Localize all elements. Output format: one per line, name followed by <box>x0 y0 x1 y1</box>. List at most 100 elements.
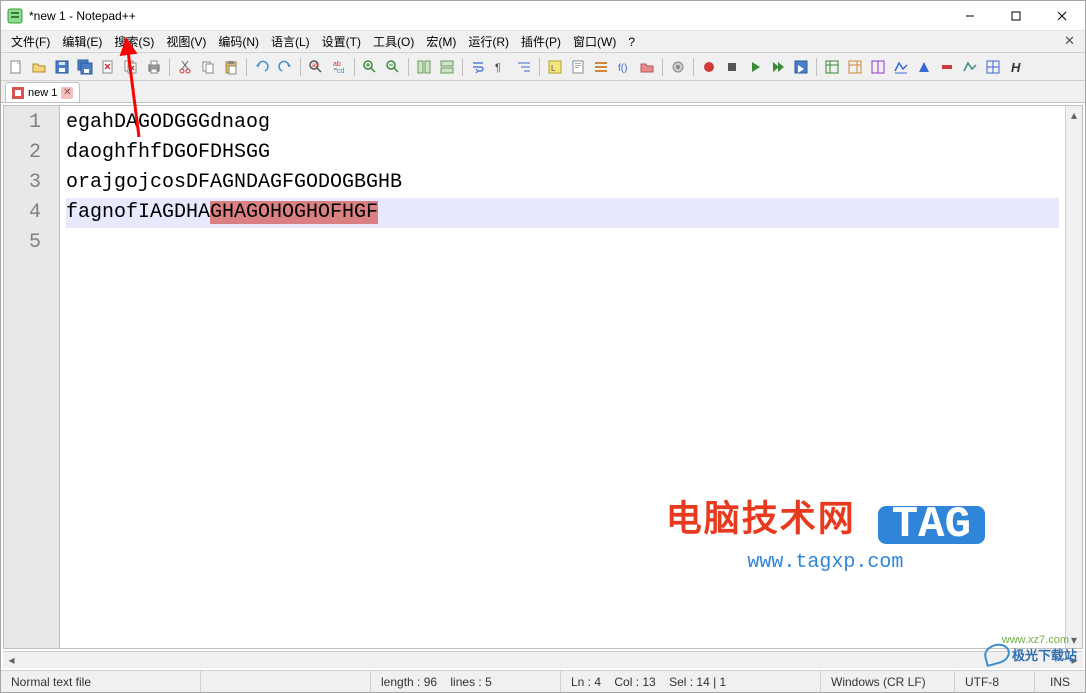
monitor-icon[interactable] <box>667 56 689 78</box>
tab-label: new 1 <box>28 87 57 99</box>
open-file-icon[interactable] <box>28 56 50 78</box>
code-line <box>66 228 1059 258</box>
scroll-left-icon[interactable]: ◂ <box>3 652 20 668</box>
all-chars-icon[interactable]: ¶ <box>490 56 512 78</box>
menu-window[interactable]: 窗口(W) <box>567 31 622 52</box>
t7-icon[interactable] <box>959 56 981 78</box>
code-line-current: fagnofIAGDHAGHAGOHOGHOFHGF <box>66 198 1059 228</box>
doc-map-icon[interactable] <box>567 56 589 78</box>
unsaved-file-icon <box>12 87 24 99</box>
menu-settings[interactable]: 设置(T) <box>316 31 367 52</box>
app-icon <box>7 8 23 24</box>
status-insert-mode[interactable]: INS <box>1035 671 1085 692</box>
toolbar: ab abcd ¶ Lf() H <box>1 53 1085 81</box>
menu-run[interactable]: 运行(R) <box>462 31 515 52</box>
doc-list-icon[interactable] <box>590 56 612 78</box>
save-icon[interactable] <box>51 56 73 78</box>
sync-h-icon[interactable] <box>436 56 458 78</box>
menu-language[interactable]: 语言(L) <box>265 31 316 52</box>
save-all-icon[interactable] <box>74 56 96 78</box>
sync-v-icon[interactable] <box>413 56 435 78</box>
toolbar-separator <box>539 58 540 76</box>
scroll-down-icon[interactable]: ▾ <box>1066 631 1082 648</box>
redo-icon[interactable] <box>274 56 296 78</box>
folder-icon[interactable] <box>636 56 658 78</box>
play-macro-icon[interactable] <box>744 56 766 78</box>
play-multi-icon[interactable] <box>767 56 789 78</box>
t1-icon[interactable] <box>821 56 843 78</box>
maximize-button[interactable] <box>993 1 1039 30</box>
menu-edit[interactable]: 编辑(E) <box>56 31 108 52</box>
bold-h-icon[interactable]: H <box>1005 56 1027 78</box>
svg-text:f(): f() <box>618 63 627 74</box>
indent-guide-icon[interactable] <box>513 56 535 78</box>
replace-icon[interactable]: abcd <box>328 56 350 78</box>
lang-udl-icon[interactable]: L <box>544 56 566 78</box>
t2-icon[interactable] <box>844 56 866 78</box>
stop-macro-icon[interactable] <box>721 56 743 78</box>
horizontal-scrollbar[interactable]: ◂ ▸ <box>3 651 1083 668</box>
menubar-close-doc-icon[interactable]: ✕ <box>1064 33 1075 49</box>
status-encoding[interactable]: UTF-8 <box>955 671 1035 692</box>
undo-icon[interactable] <box>251 56 273 78</box>
menu-view[interactable]: 视图(V) <box>160 31 212 52</box>
status-spacer <box>201 671 371 692</box>
toolbar-separator <box>693 58 694 76</box>
svg-text:¶: ¶ <box>495 62 501 74</box>
line-number: 4 <box>4 198 59 228</box>
close-all-icon[interactable] <box>120 56 142 78</box>
scroll-right-icon[interactable]: ▸ <box>1066 652 1083 668</box>
menu-encoding[interactable]: 编码(N) <box>212 31 265 52</box>
toolbar-separator <box>246 58 247 76</box>
status-length: length : 96 lines : 5 <box>371 671 561 692</box>
status-bar: Normal text file length : 96 lines : 5 L… <box>1 670 1085 692</box>
watermark-tagxp: 电脑技术网 TAG www.tagxp.com <box>666 506 985 578</box>
line-number: 3 <box>4 168 59 198</box>
copy-icon[interactable] <box>197 56 219 78</box>
toolbar-separator <box>169 58 170 76</box>
close-file-icon[interactable] <box>97 56 119 78</box>
status-position: Ln : 4 Col : 13 Sel : 14 | 1 <box>561 671 821 692</box>
menu-macro[interactable]: 宏(M) <box>420 31 462 52</box>
tab-new1[interactable]: new 1 ✕ <box>5 82 80 102</box>
save-macro-icon[interactable] <box>790 56 812 78</box>
toolbar-separator <box>462 58 463 76</box>
record-macro-icon[interactable] <box>698 56 720 78</box>
window-controls <box>947 1 1085 30</box>
svg-text:L: L <box>551 64 556 73</box>
menu-search[interactable]: 搜索(S) <box>108 31 160 52</box>
code-area[interactable]: egahDAGODGGGdnaog daoghfhfDGOFDHSGG oraj… <box>60 106 1065 648</box>
zoom-out-icon[interactable] <box>382 56 404 78</box>
menu-help[interactable]: ? <box>622 33 641 51</box>
t3-icon[interactable] <box>867 56 889 78</box>
new-file-icon[interactable] <box>5 56 27 78</box>
t5-icon[interactable] <box>913 56 935 78</box>
title-bar: *new 1 - Notepad++ <box>1 1 1085 31</box>
status-eol[interactable]: Windows (CR LF) <box>821 671 955 692</box>
word-wrap-icon[interactable] <box>467 56 489 78</box>
scroll-up-icon[interactable]: ▴ <box>1066 106 1082 123</box>
t4-icon[interactable] <box>890 56 912 78</box>
menu-tools[interactable]: 工具(O) <box>367 31 420 52</box>
tab-close-icon[interactable]: ✕ <box>61 87 73 99</box>
cut-icon[interactable] <box>174 56 196 78</box>
close-button[interactable] <box>1039 1 1085 30</box>
svg-text:ab: ab <box>312 63 319 69</box>
t6-icon[interactable] <box>936 56 958 78</box>
print-icon[interactable] <box>143 56 165 78</box>
menu-bar: 文件(F) 编辑(E) 搜索(S) 视图(V) 编码(N) 语言(L) 设置(T… <box>1 31 1085 53</box>
menu-plugins[interactable]: 插件(P) <box>515 31 567 52</box>
svg-text:cd: cd <box>337 68 345 75</box>
vertical-scrollbar[interactable]: ▴ ▾ <box>1065 106 1082 648</box>
app-window: *new 1 - Notepad++ 文件(F) 编辑(E) 搜索(S) 视图(… <box>0 0 1086 693</box>
zoom-in-icon[interactable] <box>359 56 381 78</box>
toolbar-separator <box>300 58 301 76</box>
paste-icon[interactable] <box>220 56 242 78</box>
find-icon[interactable]: ab <box>305 56 327 78</box>
status-filetype: Normal text file <box>1 671 201 692</box>
func-list-icon[interactable]: f() <box>613 56 635 78</box>
minimize-button[interactable] <box>947 1 993 30</box>
t8-icon[interactable] <box>982 56 1004 78</box>
toolbar-separator <box>408 58 409 76</box>
menu-file[interactable]: 文件(F) <box>5 31 56 52</box>
